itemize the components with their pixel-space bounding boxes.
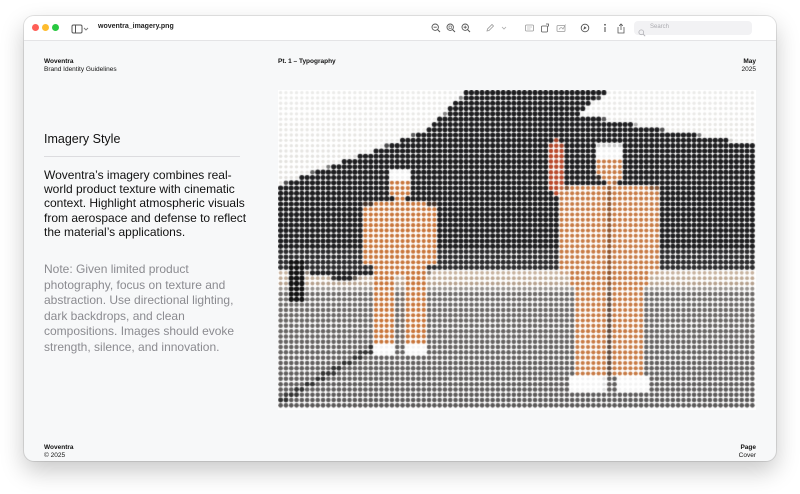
close-window-button[interactable]	[32, 24, 39, 31]
rotate-icon[interactable]	[539, 21, 551, 35]
footer-copyright: © 2025	[44, 452, 66, 459]
document-page: Woventra Brand Identity Guidelines Pt. 1…	[24, 40, 776, 461]
search-placeholder: Search	[650, 24, 670, 30]
chevron-down-icon[interactable]	[500, 21, 508, 35]
share-icon[interactable]	[615, 21, 627, 35]
footer-page-label: Page	[740, 444, 756, 451]
header-subtitle: Brand Identity Guidelines	[44, 66, 117, 73]
sidebar-toggle-icon[interactable]	[71, 22, 89, 34]
zoom-fit-icon[interactable]	[445, 21, 457, 35]
header-year: 2025	[741, 66, 756, 73]
header-section: Pt. 1 – Typography	[278, 58, 336, 65]
header-month: May	[743, 58, 756, 65]
page-title: Imagery Style	[44, 132, 121, 146]
zoom-out-icon[interactable]	[430, 21, 442, 35]
info-icon[interactable]	[600, 21, 610, 35]
sign-icon[interactable]	[555, 21, 567, 35]
crop-icon[interactable]	[523, 21, 535, 35]
halftone-imagery-photo	[278, 90, 756, 410]
document-title: woventra_imagery.png	[98, 23, 174, 30]
header-brand: Woventra	[44, 58, 74, 65]
zoom-in-icon[interactable]	[460, 21, 472, 35]
preview-window: woventra_imagery.png Search Woventra Bra…	[24, 16, 776, 461]
minimize-window-button[interactable]	[42, 24, 49, 31]
search-field[interactable]: Search	[634, 21, 752, 37]
header-date-block: May 2025	[742, 58, 756, 74]
footer-page-block: Page Cover	[739, 444, 756, 460]
footer-page-value: Cover	[738, 452, 756, 459]
title-bar: woventra_imagery.png Search	[24, 16, 776, 41]
imagery-description: Woventra’s imagery combines real-world p…	[44, 168, 247, 239]
heading-divider	[44, 156, 240, 157]
footer-brand: Woventra	[44, 444, 74, 451]
header-section-block: Pt. 1 – Typography	[278, 58, 336, 66]
markup-circle-icon[interactable]	[579, 21, 591, 35]
markup-pen-icon[interactable]	[484, 21, 496, 35]
header-brand-block: Woventra Brand Identity Guidelines	[44, 58, 117, 74]
zoom-window-button[interactable]	[52, 24, 59, 31]
imagery-note: Note: Given limited product photography,…	[44, 262, 235, 354]
footer-brand-block: Woventra © 2025	[44, 444, 74, 460]
